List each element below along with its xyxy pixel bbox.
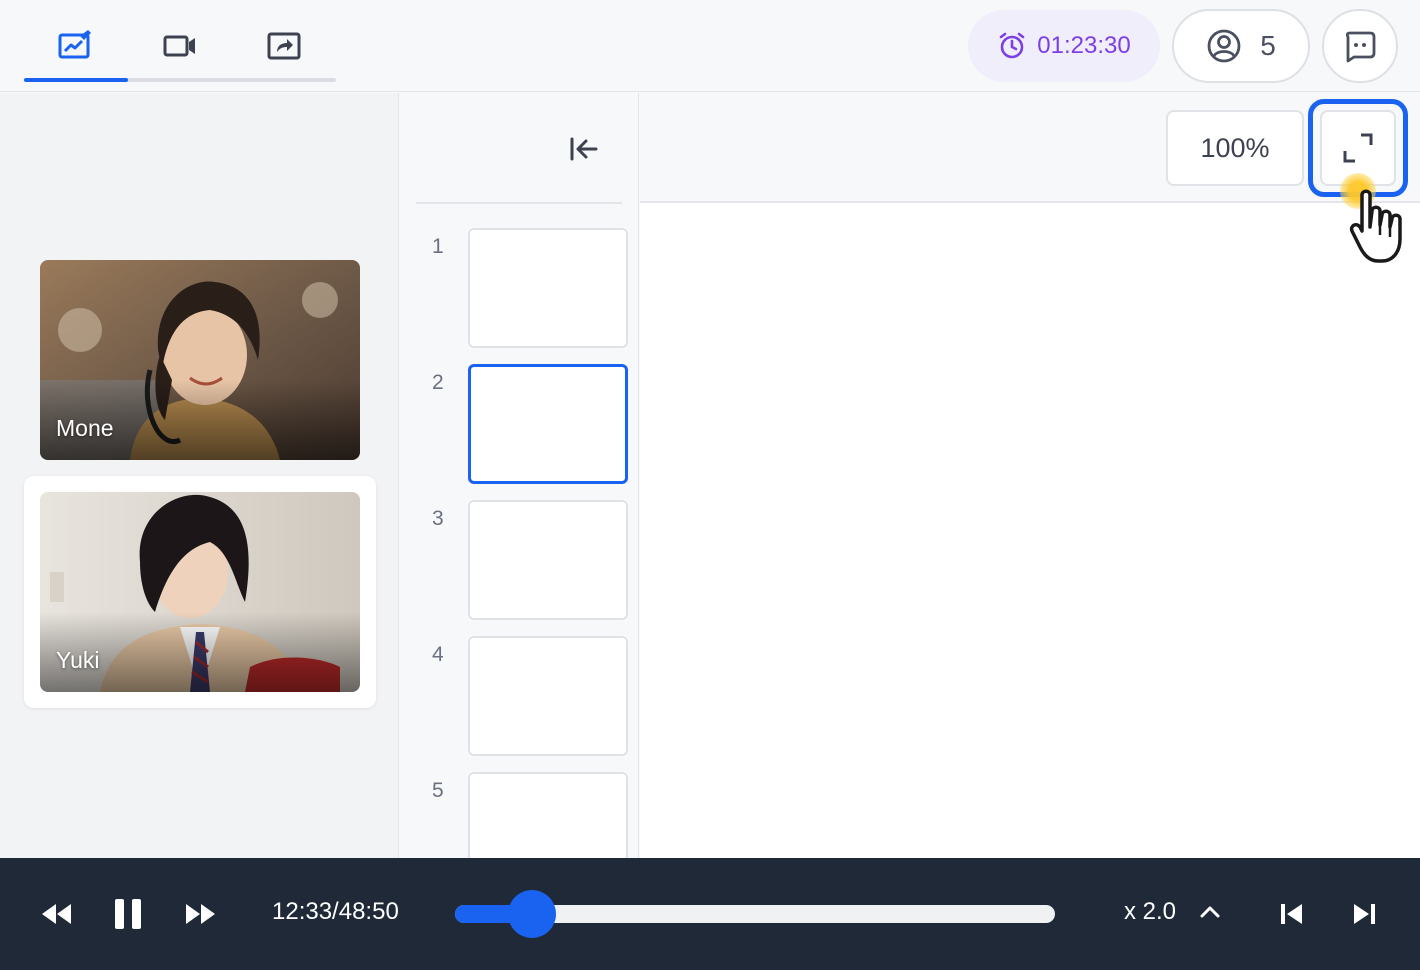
collapse-left-icon bbox=[570, 137, 598, 161]
progress-handle[interactable] bbox=[507, 890, 556, 938]
rewind-icon bbox=[42, 904, 71, 924]
tab-whiteboard[interactable] bbox=[24, 20, 128, 72]
screen-share-icon bbox=[267, 32, 301, 60]
panel-divider bbox=[416, 202, 622, 204]
playback-bar: 12:33/48:50 x 2.0 bbox=[0, 858, 1420, 970]
slide-thumbnail[interactable] bbox=[468, 772, 628, 858]
top-bar: 01:23:30 5 bbox=[0, 0, 1420, 92]
chevron-up-icon[interactable] bbox=[1196, 898, 1224, 926]
chat-bubble-icon bbox=[1345, 31, 1376, 63]
video-tile-yuki[interactable]: Yuki bbox=[40, 492, 360, 692]
app-root: 01:23:30 5 Mone Yuki 1 2 3 4 5 100% 12:3… bbox=[0, 0, 1420, 970]
slides-panel: 1 2 3 4 5 bbox=[400, 93, 639, 858]
view-tabs bbox=[24, 20, 336, 84]
slide-thumbnail[interactable] bbox=[468, 500, 628, 620]
participants-button[interactable]: 5 bbox=[1172, 9, 1310, 83]
participant-name: Mone bbox=[56, 415, 114, 441]
video-tile-mone[interactable]: Mone bbox=[40, 260, 360, 460]
collapse-panel-button[interactable] bbox=[564, 131, 604, 167]
rewind-button[interactable] bbox=[38, 894, 76, 934]
tabs-active-indicator bbox=[24, 78, 128, 82]
participant-count: 5 bbox=[1260, 30, 1276, 61]
skip-previous-icon bbox=[1281, 904, 1302, 924]
timer-value: 01:23:30 bbox=[1037, 32, 1131, 59]
pause-button[interactable] bbox=[110, 894, 146, 934]
previous-button[interactable] bbox=[1278, 894, 1306, 934]
user-circle-icon bbox=[1207, 29, 1241, 63]
participant-name: Yuki bbox=[56, 647, 100, 673]
fast-forward-button[interactable] bbox=[182, 894, 218, 934]
slide-number: 2 bbox=[432, 371, 444, 394]
slide-number: 4 bbox=[432, 643, 444, 666]
tab-video[interactable] bbox=[128, 20, 232, 72]
expand-icon bbox=[1343, 133, 1373, 163]
slide-thumbnail[interactable] bbox=[468, 636, 628, 756]
video-panel: Mone Yuki bbox=[0, 93, 399, 858]
playback-speed[interactable]: x 2.0 bbox=[1124, 898, 1176, 926]
alarm-clock-icon bbox=[999, 32, 1025, 59]
next-button[interactable] bbox=[1350, 894, 1378, 934]
slide-thumbnail[interactable] bbox=[468, 228, 628, 348]
tab-screen-share[interactable] bbox=[232, 20, 336, 72]
slide-thumbnail-active[interactable] bbox=[468, 364, 628, 484]
hand-pointer-icon bbox=[1349, 189, 1402, 263]
slide-number: 5 bbox=[432, 779, 444, 802]
fast-forward-icon bbox=[186, 904, 215, 924]
canvas-toolbar: 100% bbox=[640, 93, 1420, 203]
skip-next-icon bbox=[1354, 904, 1375, 924]
playback-time: 12:33/48:50 bbox=[272, 898, 399, 925]
video-camera-icon bbox=[163, 35, 195, 57]
whiteboard-canvas[interactable]: 100% bbox=[640, 93, 1420, 858]
whiteboard-icon bbox=[58, 30, 91, 59]
session-timer: 01:23:30 bbox=[968, 10, 1160, 82]
chat-button[interactable] bbox=[1322, 9, 1398, 83]
zoom-value: 100% bbox=[1200, 132, 1270, 163]
slide-number: 3 bbox=[432, 507, 444, 530]
pause-icon bbox=[115, 899, 141, 929]
slide-number: 1 bbox=[432, 235, 444, 258]
zoom-level-button[interactable]: 100% bbox=[1166, 110, 1304, 186]
